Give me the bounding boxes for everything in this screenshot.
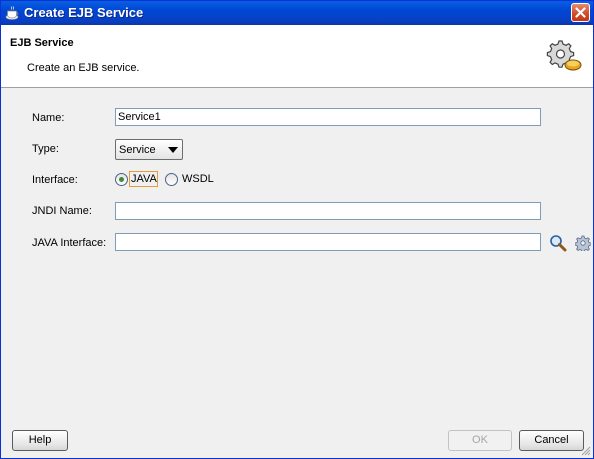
- window-title: Create EJB Service: [24, 5, 144, 20]
- type-dropdown-value: Service: [119, 144, 156, 156]
- type-label: Type:: [32, 143, 59, 155]
- interface-wsdl-radio[interactable]: [165, 173, 178, 186]
- header-separator: [1, 87, 593, 88]
- chevron-down-icon: [168, 147, 178, 153]
- jndi-name-label: JNDI Name:: [32, 205, 92, 217]
- dialog-header: EJB Service Create an EJB service.: [1, 25, 593, 87]
- name-field[interactable]: Service1: [115, 108, 541, 126]
- close-button[interactable]: [571, 3, 590, 22]
- java-interface-field[interactable]: [115, 233, 541, 251]
- resize-grip-icon[interactable]: [581, 446, 591, 456]
- radio-selected-dot: [119, 177, 124, 182]
- interface-label: Interface:: [32, 174, 78, 186]
- coffee-cup-icon: [5, 6, 19, 20]
- jndi-name-field[interactable]: [115, 202, 541, 220]
- interface-java-radio[interactable]: [115, 173, 128, 186]
- help-button[interactable]: Help: [12, 430, 68, 451]
- gear-icon[interactable]: [575, 235, 591, 251]
- interface-wsdl-label[interactable]: WSDL: [182, 173, 214, 185]
- create-ejb-service-dialog: Create EJB Service EJB Service Create an…: [0, 0, 594, 459]
- magnifier-icon[interactable]: [549, 234, 567, 252]
- close-icon: [575, 7, 586, 18]
- name-label: Name:: [32, 112, 65, 124]
- gears-icon: [546, 40, 582, 71]
- cancel-button[interactable]: Cancel: [519, 430, 584, 451]
- header-subtitle: Create an EJB service.: [27, 62, 140, 74]
- type-dropdown[interactable]: Service: [115, 139, 183, 160]
- title-bar[interactable]: Create EJB Service: [1, 1, 593, 25]
- header-title: EJB Service: [10, 37, 74, 49]
- ok-button[interactable]: OK: [448, 430, 512, 451]
- java-interface-label: JAVA Interface:: [32, 237, 107, 249]
- interface-java-label[interactable]: JAVA: [131, 173, 157, 185]
